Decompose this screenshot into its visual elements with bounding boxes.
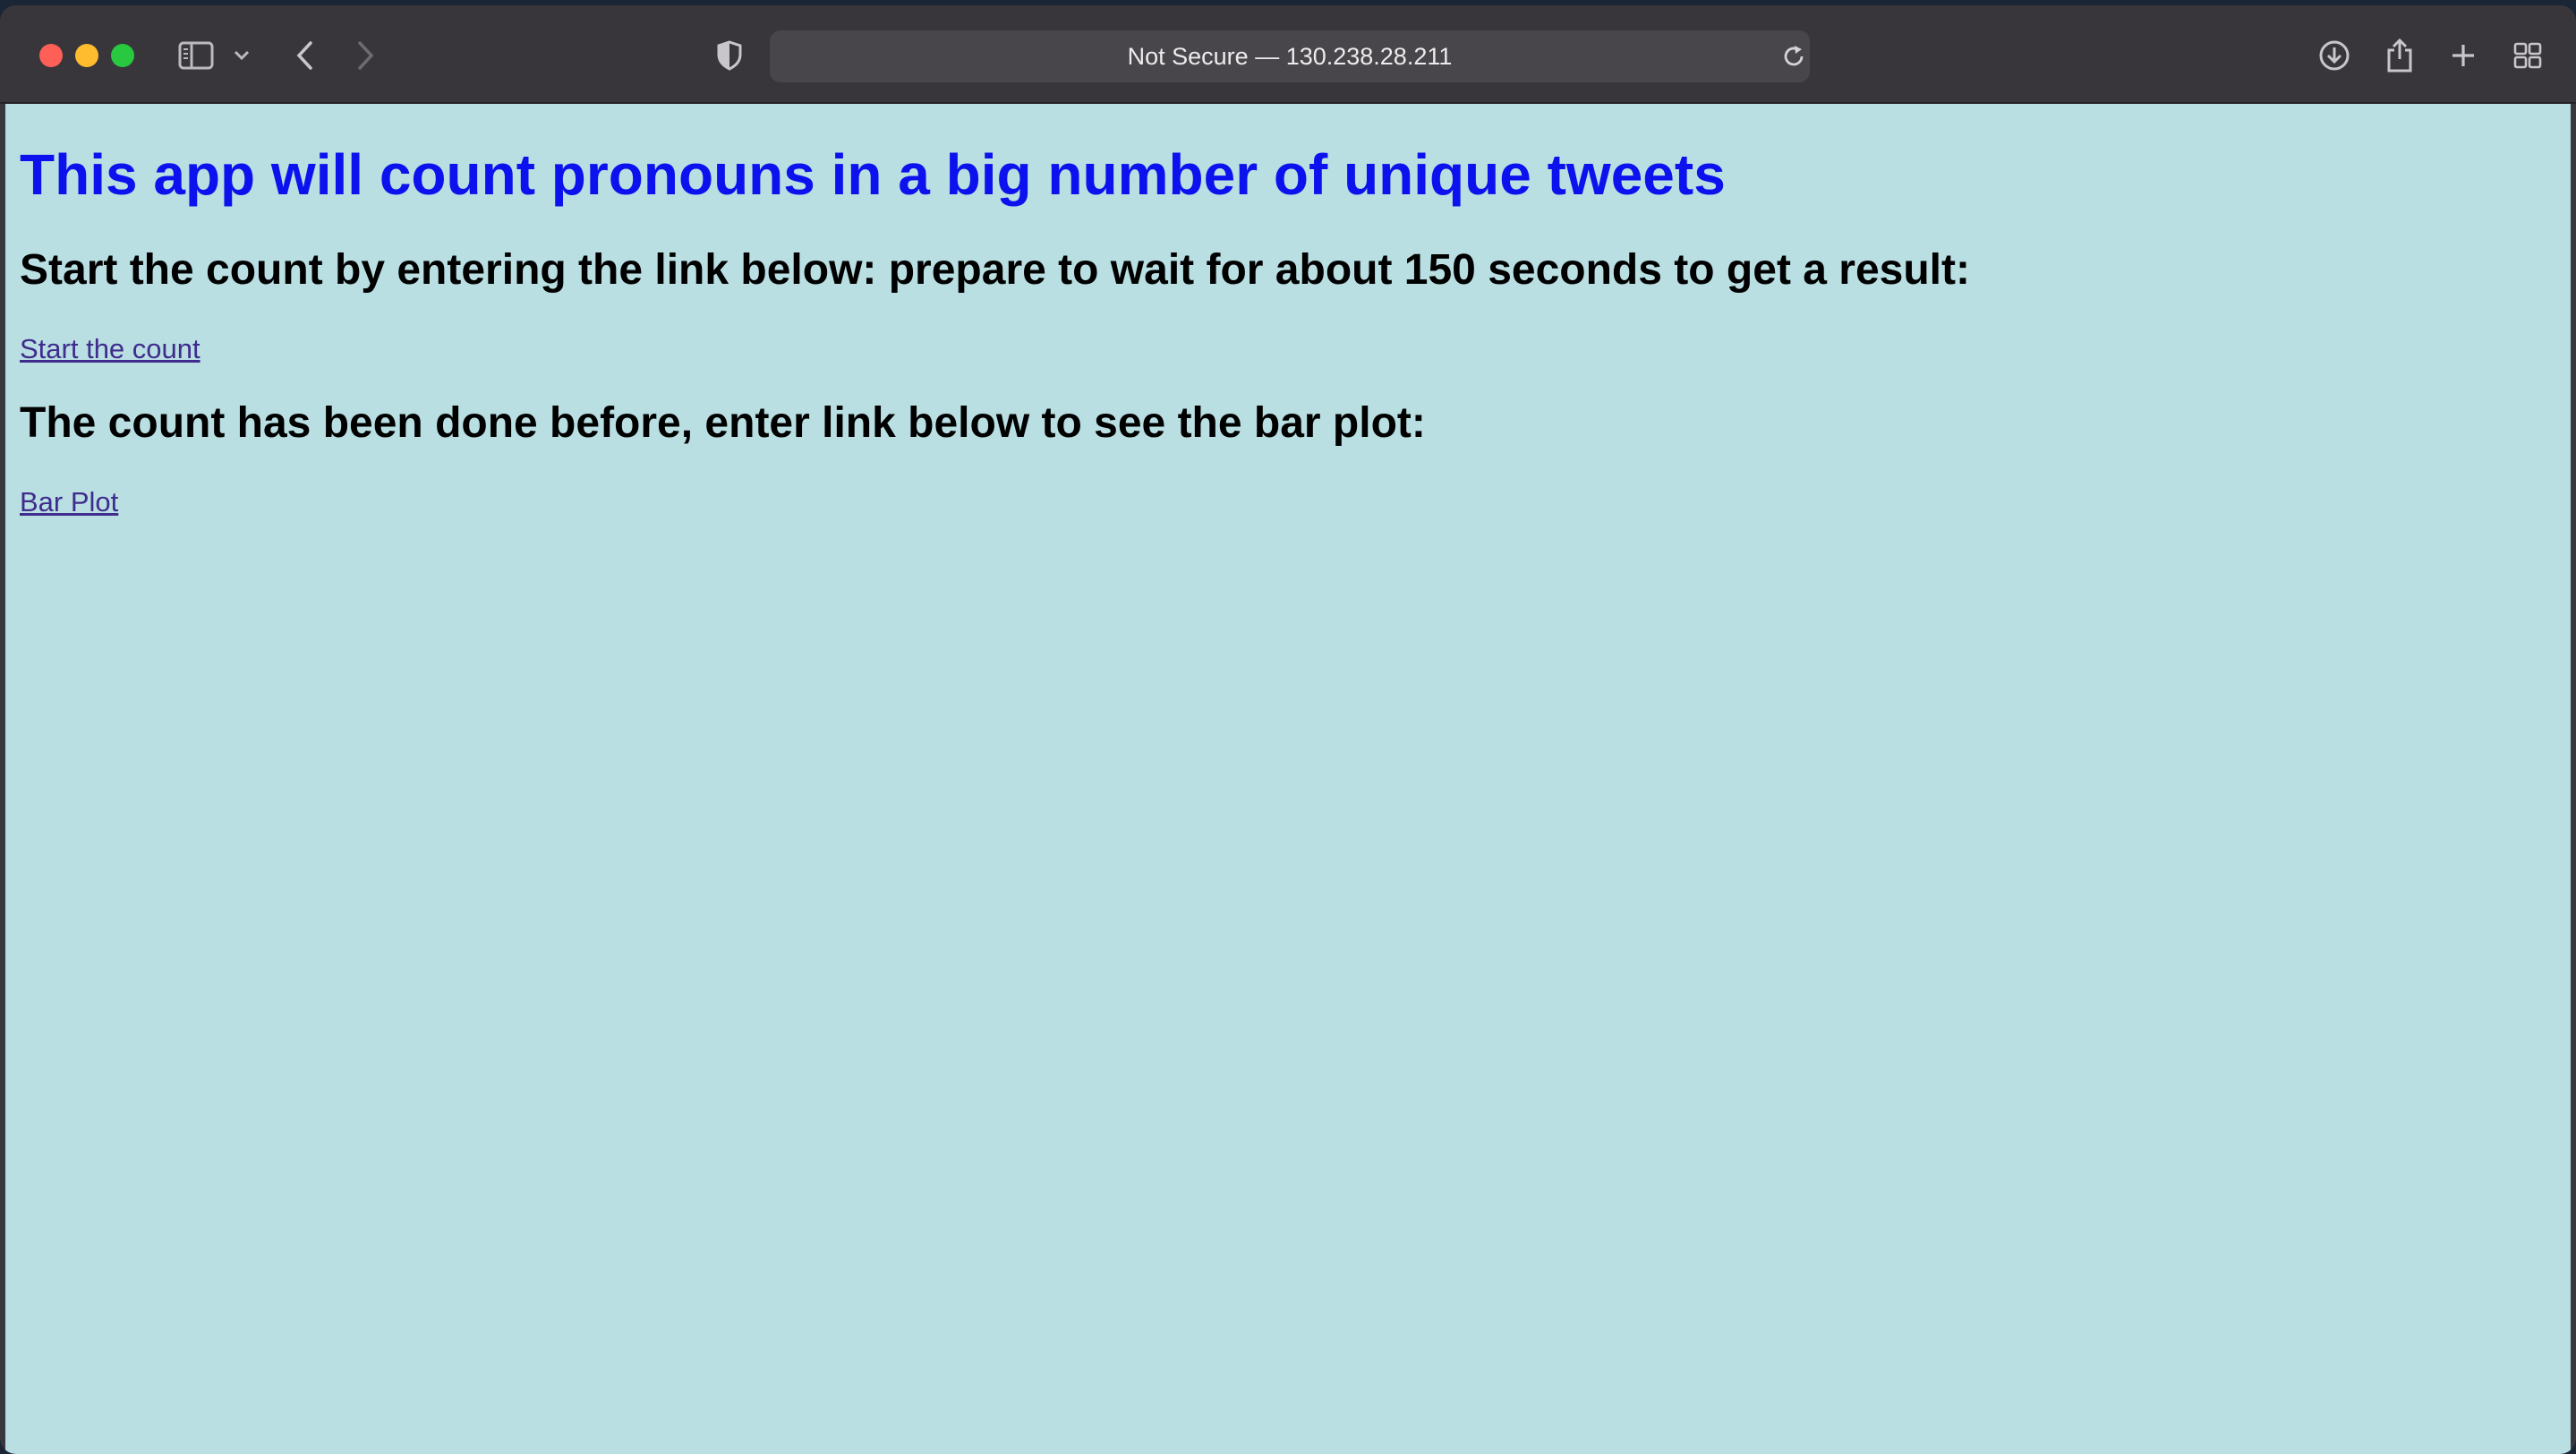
- share-icon[interactable]: [2376, 32, 2423, 79]
- sidebar-icon[interactable]: [173, 32, 219, 79]
- address-bar[interactable]: Not Secure — 130.238.28.211: [770, 30, 1810, 82]
- browser-toolbar: Not Secure — 130.238.28.211: [0, 5, 2576, 104]
- zoom-window-button[interactable]: [111, 44, 134, 67]
- close-window-button[interactable]: [39, 44, 63, 67]
- shield-icon[interactable]: [706, 32, 753, 79]
- start-count-link[interactable]: Start the count: [20, 333, 200, 365]
- reload-icon[interactable]: [1770, 33, 1817, 80]
- plus-icon[interactable]: [2440, 32, 2486, 79]
- page-title: This app will count pronouns in a big nu…: [20, 142, 1726, 207]
- start-count-heading: Start the count by entering the link bel…: [20, 246, 1970, 294]
- tab-grid-icon[interactable]: [2504, 32, 2551, 79]
- forward-icon[interactable]: [343, 32, 389, 79]
- download-icon[interactable]: [2311, 32, 2358, 79]
- chevron-down-icon[interactable]: [220, 32, 263, 79]
- bar-plot-link[interactable]: Bar Plot: [20, 486, 118, 518]
- page-content: This app will count pronouns in a big nu…: [5, 104, 2571, 1454]
- bar-plot-heading: The count has been done before, enter li…: [20, 399, 1426, 447]
- back-icon[interactable]: [281, 32, 328, 79]
- minimize-window-button[interactable]: [75, 44, 98, 67]
- address-text: Not Secure — 130.238.28.211: [1127, 43, 1453, 70]
- browser-window: Not Secure — 130.238.28.211 This app wil…: [0, 5, 2576, 1454]
